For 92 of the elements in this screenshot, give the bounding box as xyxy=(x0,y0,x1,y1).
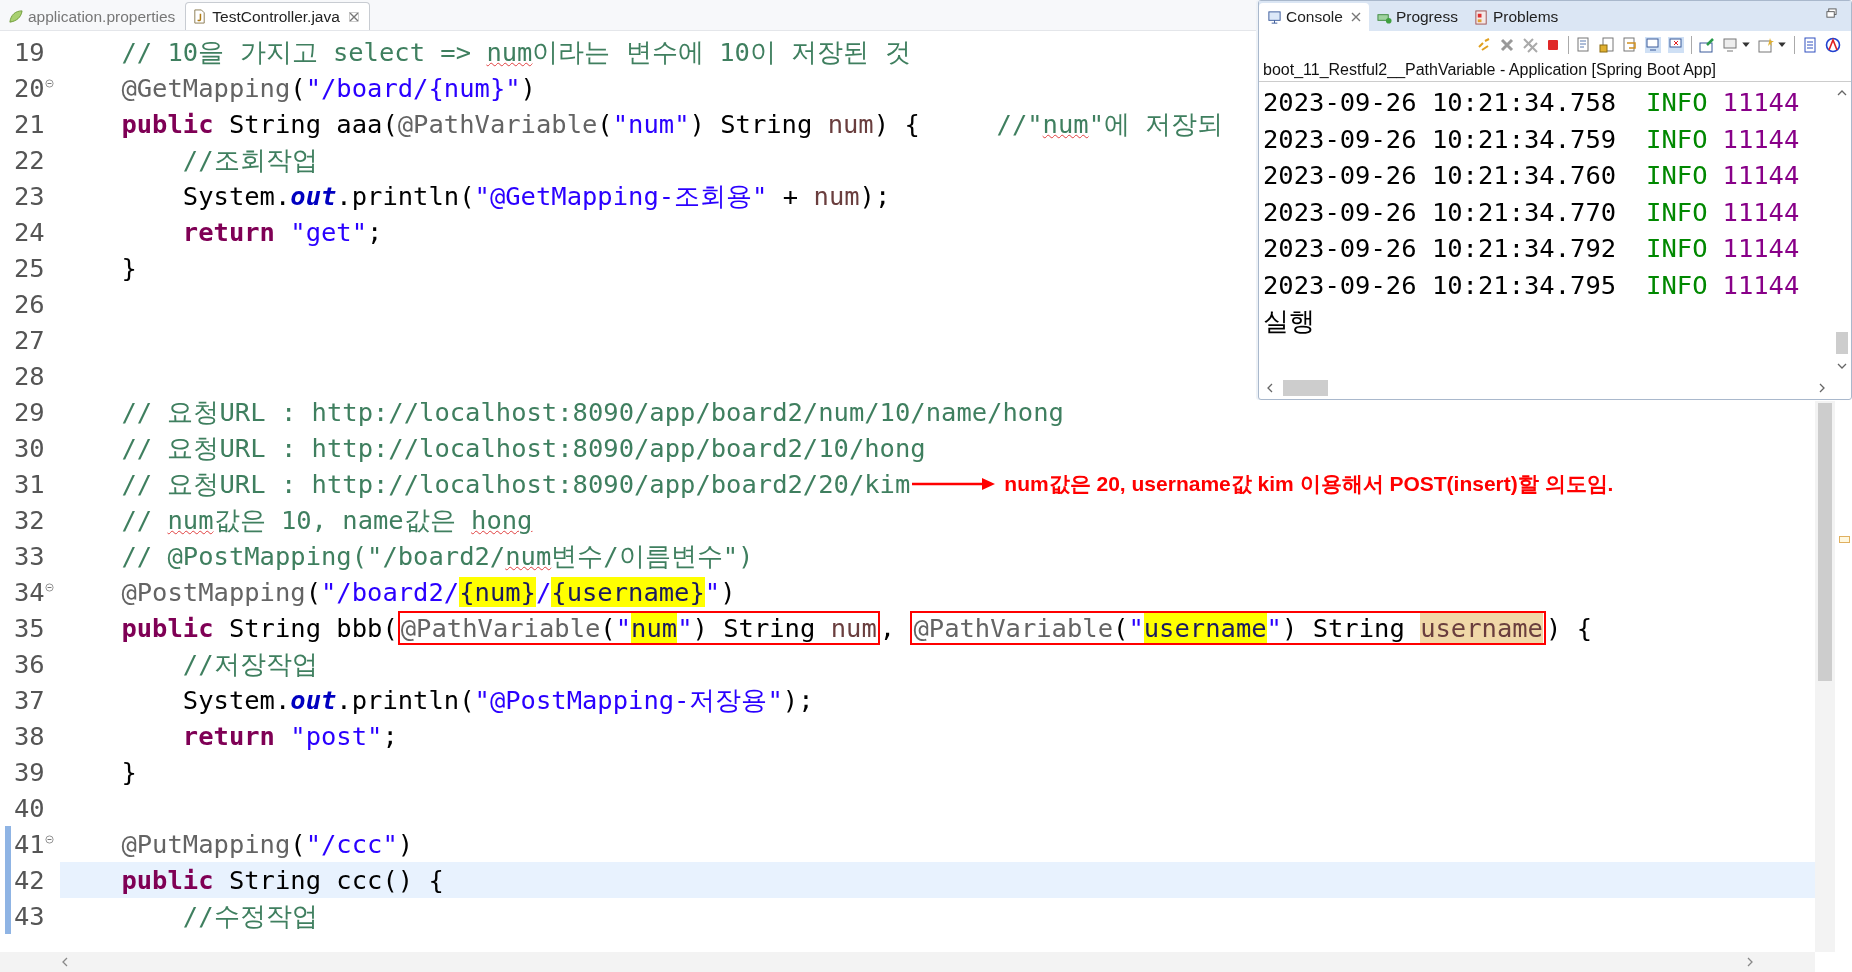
problems-icon xyxy=(1473,9,1489,25)
leaf-icon xyxy=(8,9,23,24)
code-line: //조회작업 xyxy=(181,144,318,177)
remove-icon[interactable] xyxy=(1499,37,1515,53)
console-title: boot_11_Restful2__PathVariable - Application [Spring Boot App] xyxy=(1259,59,1851,82)
close-icon[interactable] xyxy=(348,11,359,22)
line-number: 24 xyxy=(14,217,45,247)
remove-all-icon[interactable] xyxy=(1522,37,1538,53)
console-line: 2023-09-26 10:21:34.795 INFO 11144 xyxy=(1263,268,1801,302)
document-icon[interactable] xyxy=(1576,37,1592,53)
scroll-thumb[interactable] xyxy=(1836,332,1848,354)
scroll-right-icon[interactable] xyxy=(1745,957,1755,967)
code-line: return "get"; xyxy=(181,216,383,249)
close-icon[interactable] xyxy=(1350,12,1361,22)
code-line: public String bbb(@PathVariable("num") String num, @PathVariable("username") String username) { xyxy=(120,611,1592,645)
code-line: //저장작업 xyxy=(181,648,318,681)
console-line: 2023-09-26 10:21:34.770 INFO 11144 xyxy=(1263,195,1801,229)
line-number: 26 xyxy=(14,289,45,319)
stop-icon[interactable] xyxy=(1545,37,1561,53)
console-line: 실행 xyxy=(1263,305,1316,338)
scroll-left-icon[interactable] xyxy=(60,957,70,967)
line-number: 43 xyxy=(14,901,45,931)
editor-tab[interactable]: application.properties xyxy=(2,3,186,30)
console-error-icon[interactable] xyxy=(1668,37,1684,53)
line-number: 38 xyxy=(14,721,45,751)
line-number: 25 xyxy=(14,253,45,283)
line-number: 35 xyxy=(14,613,45,643)
code-line: // 10을 가지고 select => num이라는 변수에 10이 저장된 것 xyxy=(120,36,911,69)
console-line: 2023-09-26 10:21:34.760 INFO 11144 xyxy=(1263,159,1801,192)
scroll-thumb[interactable] xyxy=(1283,380,1328,396)
fold-icon[interactable] xyxy=(45,583,54,592)
line-number: 31 xyxy=(14,469,45,499)
view-tab[interactable]: Console xyxy=(1259,3,1369,31)
line-number: 30 xyxy=(14,433,45,463)
line-number: 21 xyxy=(14,109,45,139)
console-line: 2023-09-26 10:21:34.758 INFO 11144 xyxy=(1263,86,1801,119)
monitor-icon xyxy=(1267,9,1282,25)
line-number: 27 xyxy=(14,325,45,355)
code-line: // 요청URL : http://localhost:8090/app/board2/10/hong xyxy=(120,432,926,465)
scroll-down-icon[interactable] xyxy=(1837,361,1847,371)
code-line: // 요청URL : http://localhost:8090/app/board2/20/kim xyxy=(120,468,911,501)
view-tab[interactable]: Problems xyxy=(1465,3,1567,31)
scrollbar[interactable] xyxy=(1815,401,1835,952)
code-line: //수정작업 xyxy=(181,900,318,933)
scroll-up-icon[interactable] xyxy=(1837,88,1847,98)
line-number: 20 xyxy=(14,73,45,103)
scroll-left-icon[interactable] xyxy=(1265,383,1275,393)
annotation-note: num값은 20, username값 kim 이용해서 POST(insert)할 의도임. xyxy=(1004,471,1614,497)
line-number: 40 xyxy=(14,793,45,823)
java-file-icon xyxy=(192,9,208,24)
code-line: @PutMapping("/ccc") xyxy=(120,828,414,861)
editor-tab[interactable]: TestController.java xyxy=(185,2,370,30)
line-number: 42 xyxy=(14,865,45,895)
console-output-icon[interactable] xyxy=(1645,37,1661,53)
console-line: 2023-09-26 10:21:34.792 INFO 11144 xyxy=(1263,232,1801,265)
code-line: // num값은 10, name값은 hong xyxy=(120,504,533,537)
pin-icon[interactable] xyxy=(1699,37,1715,53)
code-line: } xyxy=(120,756,137,789)
overview-marker xyxy=(1839,536,1850,543)
line-number: 37 xyxy=(14,685,45,715)
line-number: 32 xyxy=(14,505,45,535)
restore-icon[interactable] xyxy=(1826,8,1837,19)
line-number: 28 xyxy=(14,361,45,391)
line-number: 41 xyxy=(14,829,45,859)
code-line: } xyxy=(120,252,137,285)
line-number: 19 xyxy=(14,37,45,67)
line-number: 29 xyxy=(14,397,45,427)
clipboard-icon[interactable] xyxy=(1802,37,1818,53)
code-line: System.out.println("@PostMapping-저장용"); xyxy=(181,684,814,717)
lock-icon[interactable] xyxy=(1599,37,1615,53)
line-number: 34 xyxy=(14,577,45,607)
view-tab[interactable]: Progress xyxy=(1368,3,1466,31)
code-line: // @PostMapping("/board2/num변수/이름변수") xyxy=(120,540,754,573)
code-line: @GetMapping("/board/{num}") xyxy=(120,72,536,105)
code-line: return "post"; xyxy=(181,720,398,753)
fold-icon[interactable] xyxy=(45,79,54,88)
line-number: 39 xyxy=(14,757,45,787)
code-line: public String aaa(@PathVariable("num") String num) { //"num"에 저장되 xyxy=(120,108,1224,141)
scrollbar[interactable] xyxy=(0,952,1815,972)
line-number: 36 xyxy=(14,649,45,679)
code-line: System.out.println("@GetMapping-조회용" + num); xyxy=(181,180,891,213)
code-line: public String ccc() { xyxy=(120,864,444,897)
line-number: 23 xyxy=(14,181,45,211)
scroll-thumb[interactable] xyxy=(1818,403,1832,681)
code-line: @PostMapping("/board2/{num}/{username}") xyxy=(120,576,736,609)
line-number: 33 xyxy=(14,541,45,571)
word-wrap-icon[interactable] xyxy=(1622,37,1638,53)
code-line: // 요청URL : http://localhost:8090/app/board2/num/10/name/hong xyxy=(120,396,1064,429)
line-number: 22 xyxy=(14,145,45,175)
scroll-right-icon[interactable] xyxy=(1817,383,1827,393)
fold-icon[interactable] xyxy=(45,835,54,844)
console-line: 2023-09-26 10:21:34.759 INFO 11144 xyxy=(1263,122,1801,156)
